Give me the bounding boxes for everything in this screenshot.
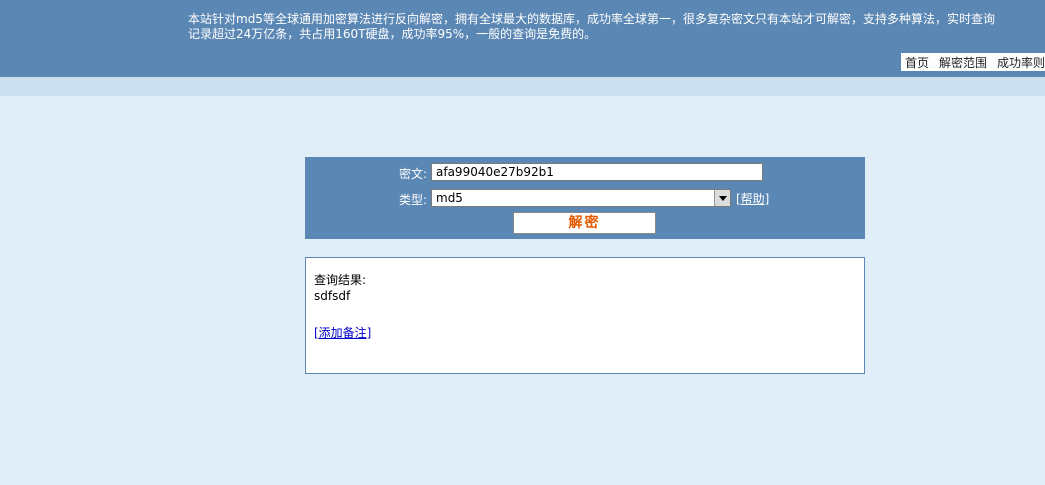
header-band [0, 77, 1045, 96]
nav-home-link[interactable]: 首页 [905, 54, 929, 71]
cipher-input[interactable] [431, 163, 763, 181]
type-select-value: md5 [436, 191, 463, 205]
nav-range-link[interactable]: 解密范围 [939, 54, 987, 71]
chevron-down-icon[interactable] [714, 190, 730, 206]
nav-success-link[interactable]: 成功率则 [997, 54, 1045, 71]
cipher-label: 密文: [398, 167, 427, 181]
type-label: 类型: [398, 193, 427, 207]
decrypt-form-panel: 密文: 类型: md5 [帮助] 解密 [305, 157, 865, 239]
site-header: 本站针对md5等全球通用加密算法进行反向解密，拥有全球最大的数据库，成功率全球第… [0, 0, 1045, 77]
type-select[interactable]: md5 [431, 189, 731, 207]
result-panel: 查询结果: sdfsdf [添加备注] [305, 257, 865, 374]
top-nav: 首页 解密范围 成功率则 [900, 53, 1045, 71]
add-note-link[interactable]: [添加备注] [314, 324, 371, 341]
decrypt-button[interactable]: 解密 [513, 212, 656, 234]
site-intro-text: 本站针对md5等全球通用加密算法进行反向解密，拥有全球最大的数据库，成功率全球第… [188, 12, 995, 41]
result-label: 查询结果: [314, 273, 367, 287]
result-value: sdfsdf [314, 289, 351, 303]
help-link[interactable]: [帮助] [736, 190, 769, 207]
